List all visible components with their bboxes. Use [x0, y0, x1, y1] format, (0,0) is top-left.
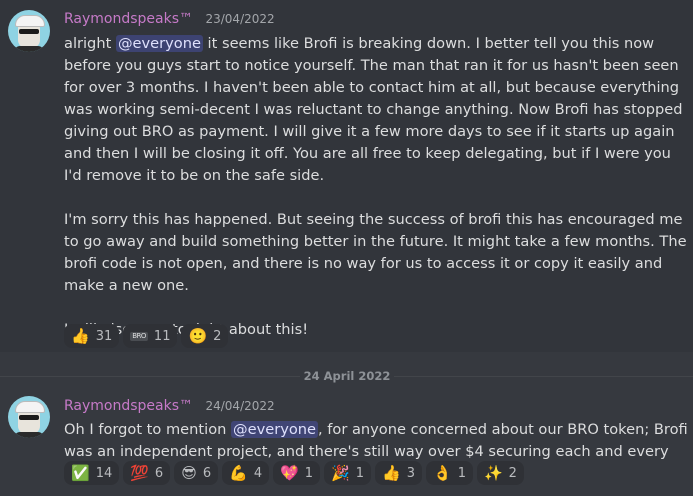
- everyone-mention[interactable]: @everyone: [115, 35, 203, 52]
- message-1: Raymondspeaks™ 23/04/2022 alright @every…: [0, 0, 693, 352]
- reaction-check[interactable]: ✅ 14: [64, 461, 120, 485]
- white-check-mark-icon: ✅: [71, 463, 90, 482]
- reaction-count: 3: [406, 465, 415, 481]
- hundred-points-icon: 💯: [130, 463, 149, 482]
- message-text: I'm sorry this has happened. But seeing …: [64, 211, 687, 294]
- message-2: Raymondspeaks™ 24/04/2022 Oh I forgot to…: [0, 393, 693, 496]
- timestamp[interactable]: 23/04/2022: [205, 12, 274, 26]
- avatar-icon[interactable]: [8, 10, 50, 52]
- message-content: alright @everyone it seems like Brofi is…: [64, 33, 688, 341]
- bro-custom-emoji-icon: BRO: [130, 331, 148, 341]
- reaction-thumbs-up[interactable]: 👍 3: [375, 461, 422, 485]
- reaction-sparkles[interactable]: ✨ 2: [476, 461, 524, 485]
- message-paragraph: alright @everyone it seems like Brofi is…: [64, 33, 688, 187]
- message-text: alright: [64, 35, 116, 52]
- reaction-bro[interactable]: BRO 11: [123, 324, 178, 348]
- sparkling-heart-icon: 💖: [280, 463, 299, 482]
- everyone-mention[interactable]: @everyone: [231, 421, 318, 438]
- reaction-100[interactable]: 💯 6: [123, 461, 171, 485]
- party-popper-icon: 🎉: [331, 463, 350, 482]
- timestamp[interactable]: 24/04/2022: [205, 399, 274, 413]
- sunglasses-icon: 😎: [181, 463, 197, 482]
- reaction-ok-hand[interactable]: 👌 1: [426, 461, 473, 485]
- message-header: Raymondspeaks™ 23/04/2022: [64, 11, 275, 31]
- reaction-count: 2: [213, 328, 222, 344]
- thumbs-up-icon: 👍: [71, 326, 90, 345]
- message-paragraph: I'm sorry this has happened. But seeing …: [64, 209, 688, 297]
- sparkles-icon: ✨: [483, 463, 503, 482]
- reaction-count: 1: [304, 465, 314, 481]
- reactions-bar: 👍 31 BRO 11 🙂 2: [64, 324, 229, 348]
- reaction-sunglasses[interactable]: 😎 6: [174, 461, 219, 485]
- reaction-muscle[interactable]: 💪 4: [222, 461, 270, 485]
- reaction-count: 1: [355, 465, 365, 481]
- reaction-count: 1: [457, 465, 466, 481]
- reaction-party[interactable]: 🎉 1: [324, 461, 372, 485]
- reaction-thumbs-up[interactable]: 👍 31: [64, 324, 120, 348]
- message-text: it seems like Brofi is breaking down. I …: [64, 35, 683, 184]
- reaction-count: 6: [154, 465, 164, 481]
- reaction-heart[interactable]: 💖 1: [273, 461, 321, 485]
- reaction-count: 14: [95, 465, 113, 481]
- reaction-count: 4: [253, 465, 263, 481]
- username[interactable]: Raymondspeaks™: [64, 398, 193, 414]
- reaction-slight-smile[interactable]: 🙂 2: [181, 324, 229, 348]
- username[interactable]: Raymondspeaks™: [64, 11, 193, 27]
- slight-smile-icon: 🙂: [188, 326, 208, 345]
- avatar-icon[interactable]: [8, 396, 50, 438]
- message-text: Oh I forgot to mention: [64, 421, 232, 438]
- muscle-icon: 💪: [229, 463, 248, 482]
- reactions-bar: ✅ 14 💯 6 😎 6 💪 4 💖 1 🎉 1 👍 3 👌 1 ✨ 2: [64, 461, 524, 485]
- reaction-count: 11: [153, 328, 171, 344]
- date-divider: 24 April 2022: [300, 368, 394, 384]
- ok-hand-icon: 👌: [433, 463, 452, 482]
- message-header: Raymondspeaks™ 24/04/2022: [64, 398, 275, 418]
- reaction-count: 31: [95, 328, 113, 344]
- reaction-count: 6: [202, 465, 212, 481]
- reaction-count: 2: [508, 465, 517, 481]
- thumbs-up-icon: 👍: [382, 463, 401, 482]
